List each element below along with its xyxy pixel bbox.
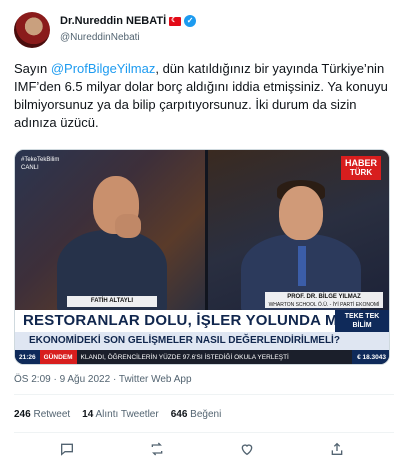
likes-count: 646 xyxy=(170,409,188,420)
author-display-name[interactable]: Dr.Nureddin NEBATİ xyxy=(60,15,166,27)
guest-left-hand xyxy=(115,214,141,238)
quotes-label: Alıntı Tweetler xyxy=(95,409,159,420)
quotes-stat[interactable]: 14 Alıntı Tweetler xyxy=(82,409,159,420)
headline-text: RESTORANLAR DOLU, İŞLER YOLUNDA MI? xyxy=(23,312,352,329)
tweet-header: Dr.Nureddin NEBATİ ✓ @NureddinNebati xyxy=(14,12,394,52)
tweet-text: Sayın @ProfBilgeYilmaz, dün katıldığınız… xyxy=(14,60,394,132)
tweet-stats: 246 Retweet 14 Alıntı Tweetler 646 Beğen… xyxy=(14,409,221,420)
likes-stat[interactable]: 646 Beğeni xyxy=(171,409,222,420)
author-handle[interactable]: @NureddinNebati xyxy=(60,32,140,43)
live-tag: #TekeTekBilim CANLI xyxy=(21,156,59,172)
ticker-rate: € 18.3043 xyxy=(352,350,389,364)
hashtag-label: #TekeTekBilim xyxy=(21,157,60,163)
retweet-icon[interactable] xyxy=(148,441,166,459)
guest-right-tie xyxy=(298,246,306,286)
author-name-row[interactable]: Dr.Nureddin NEBATİ ✓ xyxy=(60,15,197,27)
tweet-timestamp[interactable]: ÖS 2:09 · 9 Ağu 2022 · Twitter Web App xyxy=(14,374,192,385)
tweet-media-image[interactable]: #TekeTekBilim CANLI HABER TÜRK FATİH ALT… xyxy=(14,149,390,365)
retweets-count: 246 xyxy=(14,409,31,420)
subline-text: EKONOMİDEKİ SON GELİŞMELER NASIL DEĞERLE… xyxy=(29,335,340,346)
show-badge: TEKE TEK BİLİM xyxy=(335,310,389,332)
guest-right-name: PROF. DR. BİLGE YILMAZ xyxy=(287,294,361,300)
channel-logo: HABER TÜRK xyxy=(340,156,381,180)
ticker-section: GÜNDEM xyxy=(39,350,77,364)
show-badge-top: TEKE TEK xyxy=(344,313,380,320)
divider xyxy=(14,432,394,433)
channel-logo-bottom: TÜRK xyxy=(349,168,373,177)
tweet-text-prefix: Sayın xyxy=(14,61,51,76)
channel-logo-top: HABER xyxy=(344,158,377,168)
split-divider xyxy=(205,150,208,310)
share-icon[interactable] xyxy=(328,441,346,459)
quotes-count: 14 xyxy=(82,409,94,420)
live-label: CANLI xyxy=(21,165,39,171)
ticker-time: 21:26 xyxy=(15,350,40,364)
retweets-label: Retweet xyxy=(33,409,71,420)
reply-icon[interactable] xyxy=(58,441,76,459)
guest-right-head xyxy=(279,186,323,240)
like-icon[interactable] xyxy=(238,441,256,459)
turkey-flag-icon xyxy=(169,16,182,26)
retweets-stat[interactable]: 246 Retweet xyxy=(14,409,70,420)
ticker-news: KLANDI, ÖĞRENCİLERİN YÜZDE 97.6'SI İSTED… xyxy=(80,354,289,361)
mention-link[interactable]: @ProfBilgeYilmaz xyxy=(51,61,155,76)
tweet-actions xyxy=(14,441,394,459)
guest-left-caption: FATİH ALTAYLI xyxy=(67,296,157,307)
verified-badge-icon: ✓ xyxy=(184,15,197,27)
divider xyxy=(14,394,394,395)
guest-right-caption: PROF. DR. BİLGE YILMAZ WHARTON SCHOOL Ö.… xyxy=(265,292,383,316)
likes-label: Beğeni xyxy=(190,409,222,420)
show-badge-bottom: BİLİM xyxy=(352,322,372,329)
news-ticker: 21:26 GÜNDEM KLANDI, ÖĞRENCİLERİN YÜZDE 97… xyxy=(15,350,389,364)
avatar[interactable] xyxy=(14,12,50,48)
